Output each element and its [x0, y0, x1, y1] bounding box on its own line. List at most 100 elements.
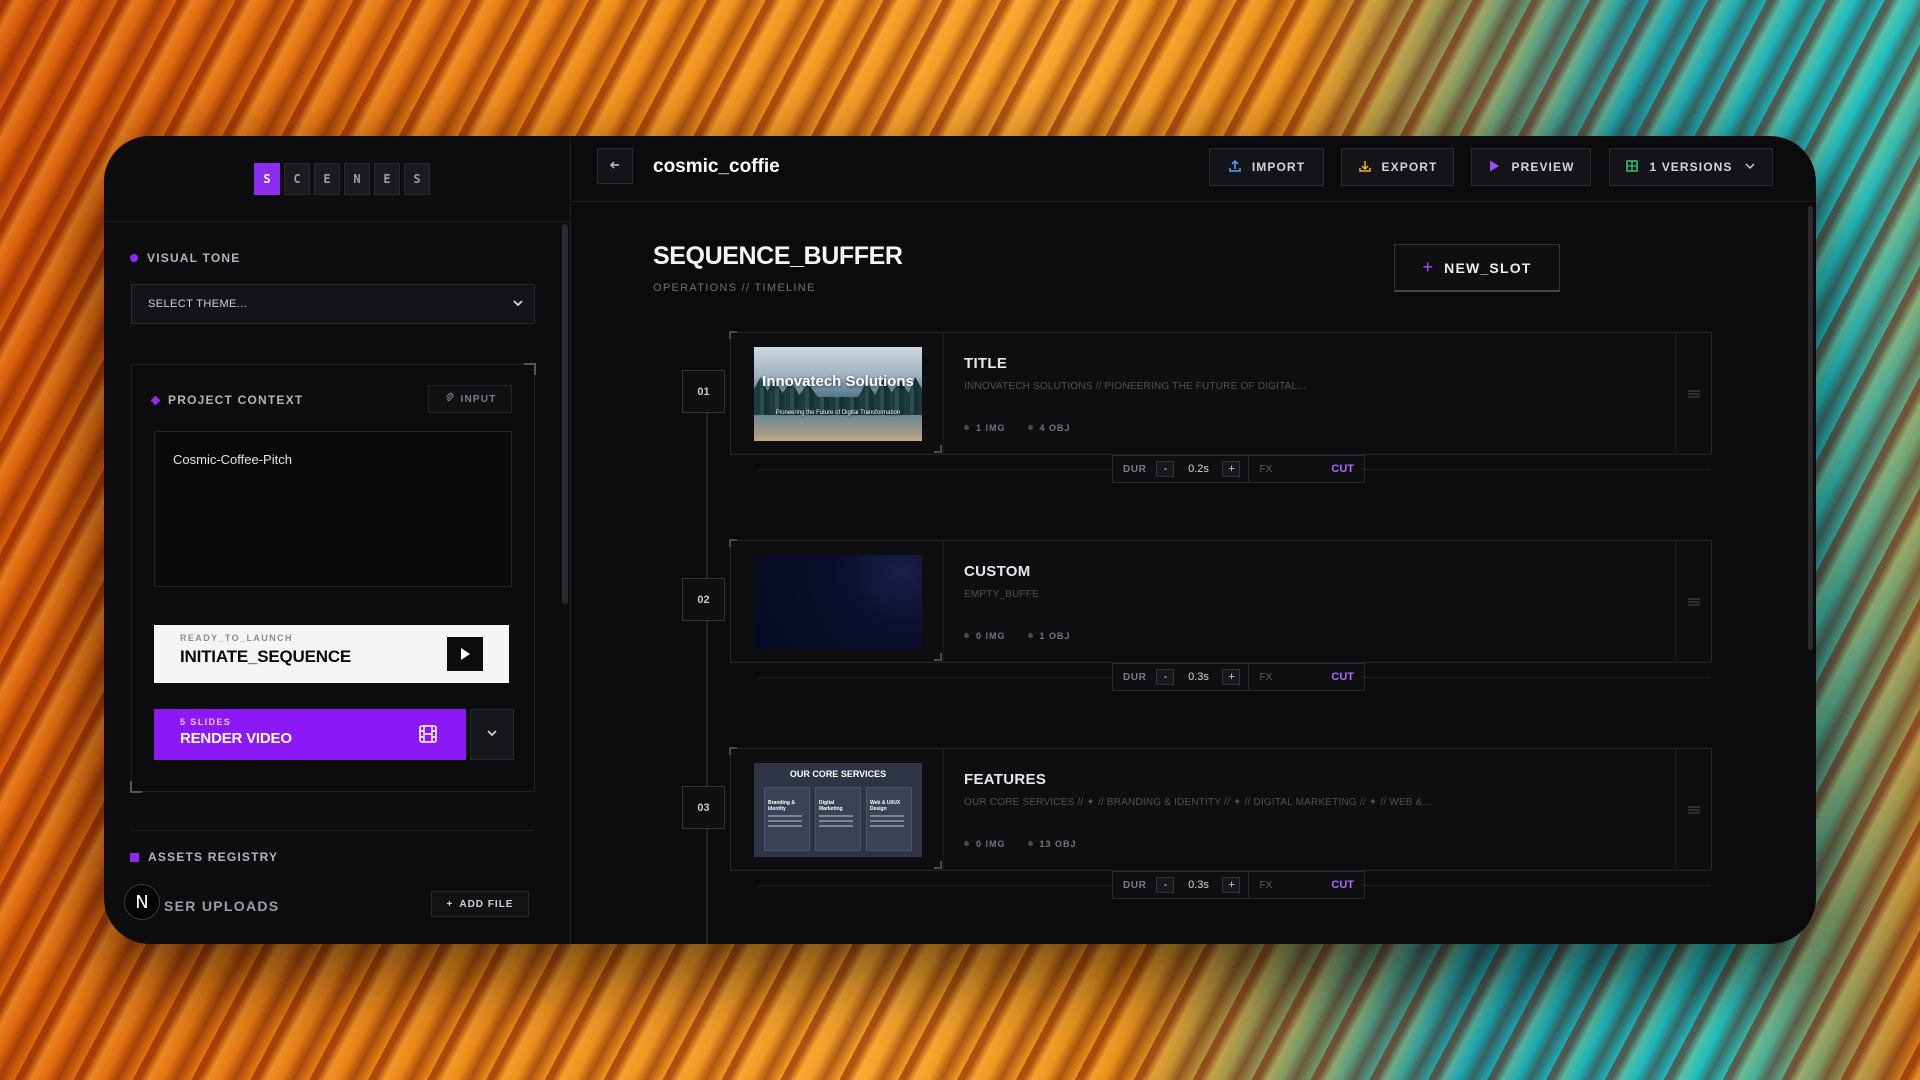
duration-increase-button[interactable]: +	[1222, 877, 1241, 893]
download-icon	[1358, 159, 1372, 176]
thumbnail-column: Web & UI/UX Design	[866, 787, 912, 851]
visual-tone-heading: VISUAL TONE	[130, 251, 240, 265]
duration-value[interactable]: 0.2s	[1174, 463, 1222, 475]
chevron-down-icon	[1743, 159, 1757, 176]
duration-decrease-button[interactable]: -	[1156, 877, 1175, 893]
add-file-button[interactable]: + ADD FILE	[431, 891, 529, 917]
play-icon	[1487, 159, 1501, 176]
import-button[interactable]: IMPORT	[1209, 148, 1324, 186]
back-button[interactable]	[597, 148, 633, 184]
plus-icon: +	[446, 898, 454, 910]
project-name: cosmic_coffie	[653, 156, 780, 177]
project-context-textarea[interactable]: Cosmic-Coffee-Pitch	[154, 431, 512, 587]
render-label: RENDER VIDEO	[180, 730, 292, 747]
duration-label: DUR	[1123, 879, 1147, 891]
film-icon	[418, 724, 438, 744]
slot-thumbnail-frame: OUR CORE SERVICES Branding & Identity Di…	[731, 749, 944, 870]
image-count: 0 IMG	[964, 631, 1006, 641]
image-count: 1 IMG	[964, 423, 1006, 433]
transition-controls: DUR - 0.2s + FX CUT	[1112, 455, 1365, 483]
brand-letter: E	[374, 162, 400, 195]
sidebar-scrollbar[interactable]	[562, 224, 568, 604]
launch-kicker: READY_TO_LAUNCH	[180, 633, 293, 643]
theme-select[interactable]: SELECT THEME...	[131, 284, 535, 324]
brand-letter: S	[254, 162, 280, 195]
text-line	[819, 820, 854, 822]
main-area: cosmic_coffie IMPORT EXPORT PREVIEW 1 VE…	[571, 136, 1816, 944]
duration-decrease-button[interactable]: -	[1156, 669, 1175, 685]
diamond-icon	[150, 395, 161, 405]
transition-effect[interactable]: CUT	[1331, 463, 1354, 475]
duration-label: DUR	[1123, 463, 1147, 475]
render-options-dropdown[interactable]	[470, 709, 514, 760]
slot-index: 02	[682, 578, 725, 621]
slide-thumbnail[interactable]	[754, 555, 922, 649]
slide-thumbnail[interactable]: Innovatech Solutions Pioneering the Futu…	[754, 347, 922, 441]
page-subtitle: OPERATIONS // TIMELINE	[653, 282, 816, 294]
chevron-down-icon	[486, 726, 498, 744]
versions-dropdown[interactable]: 1 VERSIONS	[1609, 148, 1773, 186]
separator	[1248, 456, 1250, 482]
text-line	[870, 815, 905, 817]
dot-icon	[130, 254, 138, 262]
object-count: 1 OBJ	[1028, 631, 1071, 641]
preview-button[interactable]: PREVIEW	[1471, 148, 1591, 186]
slot-index: 03	[682, 786, 725, 829]
duration-increase-button[interactable]: +	[1222, 461, 1241, 477]
transition-effect[interactable]: CUT	[1331, 671, 1354, 683]
fx-label: FX	[1259, 879, 1273, 891]
slot-card[interactable]: CUSTOM EMPTY_BUFFE 0 IMG 1 OBJ	[729, 539, 1712, 663]
top-bar: cosmic_coffie IMPORT EXPORT PREVIEW 1 VE…	[571, 136, 1816, 202]
corner-bracket	[130, 781, 142, 793]
duration-value[interactable]: 0.3s	[1174, 879, 1222, 891]
initiate-sequence-button[interactable]: READY_TO_LAUNCH INITIATE_SEQUENCE	[154, 625, 509, 683]
corner-bracket	[934, 653, 942, 661]
slot-index: 01	[682, 370, 725, 413]
n-badge-icon[interactable]: N	[124, 884, 160, 920]
brand-letter: N	[344, 162, 370, 195]
drag-handle-icon[interactable]	[1675, 541, 1711, 662]
export-button[interactable]: EXPORT	[1341, 148, 1454, 186]
transition-controls: DUR - 0.3s + FX CUT	[1112, 871, 1365, 899]
import-label: IMPORT	[1251, 160, 1306, 174]
chevron-down-icon	[512, 297, 524, 312]
new-slot-label: NEW_SLOT	[1444, 259, 1532, 276]
assets-registry-title: ASSETS REGISTRY	[148, 850, 279, 864]
render-video-button[interactable]: 5 SLIDES RENDER VIDEO	[154, 709, 466, 760]
slot-card[interactable]: OUR CORE SERVICES Branding & Identity Di…	[729, 747, 1712, 871]
duration-decrease-button[interactable]: -	[1156, 461, 1175, 477]
corner-bracket	[934, 861, 942, 869]
transition-controls: DUR - 0.3s + FX CUT	[1112, 663, 1365, 691]
thumbnail-title: Innovatech Solutions	[762, 373, 914, 390]
input-button-label: INPUT	[460, 393, 497, 405]
slide-thumbnail[interactable]: OUR CORE SERVICES Branding & Identity Di…	[754, 763, 922, 857]
text-line	[768, 815, 803, 817]
slot-card[interactable]: Innovatech Solutions Pioneering the Futu…	[729, 331, 1712, 455]
thumbnail-tagline: Pioneering the Future of Digital Transfo…	[775, 410, 901, 416]
water-graphic	[754, 415, 922, 441]
input-button[interactable]: INPUT	[428, 385, 512, 413]
drag-handle-icon[interactable]	[1675, 749, 1711, 870]
duration-value[interactable]: 0.3s	[1174, 671, 1222, 683]
transition-effect[interactable]: CUT	[1331, 879, 1354, 891]
slot-thumbnail-frame	[731, 541, 944, 662]
text-line	[768, 820, 803, 822]
object-count: 13 OBJ	[1028, 839, 1077, 849]
page-title: SEQUENCE_BUFFER	[653, 242, 903, 270]
drag-handle-icon[interactable]	[1675, 333, 1711, 454]
export-label: EXPORT	[1381, 160, 1438, 174]
slot-name: TITLE	[964, 355, 1008, 372]
layers-icon	[1625, 159, 1639, 176]
new-slot-button[interactable]: + NEW_SLOT	[1394, 244, 1560, 292]
duration-increase-button[interactable]: +	[1222, 669, 1241, 685]
main-scrollbar[interactable]	[1808, 206, 1813, 650]
object-count: 4 OBJ	[1028, 423, 1071, 433]
render-kicker: 5 SLIDES	[180, 717, 232, 727]
text-line	[870, 820, 905, 822]
corner-bracket	[524, 363, 536, 375]
section-divider	[131, 830, 535, 831]
thumbnail-column-title: Branding & Identity	[768, 800, 795, 812]
slot-description: OUR CORE SERVICES // ✦ // BRANDING & IDE…	[964, 797, 1432, 808]
slot-meta: 0 IMG 1 OBJ	[964, 631, 1071, 641]
brand-letter: C	[284, 162, 310, 195]
